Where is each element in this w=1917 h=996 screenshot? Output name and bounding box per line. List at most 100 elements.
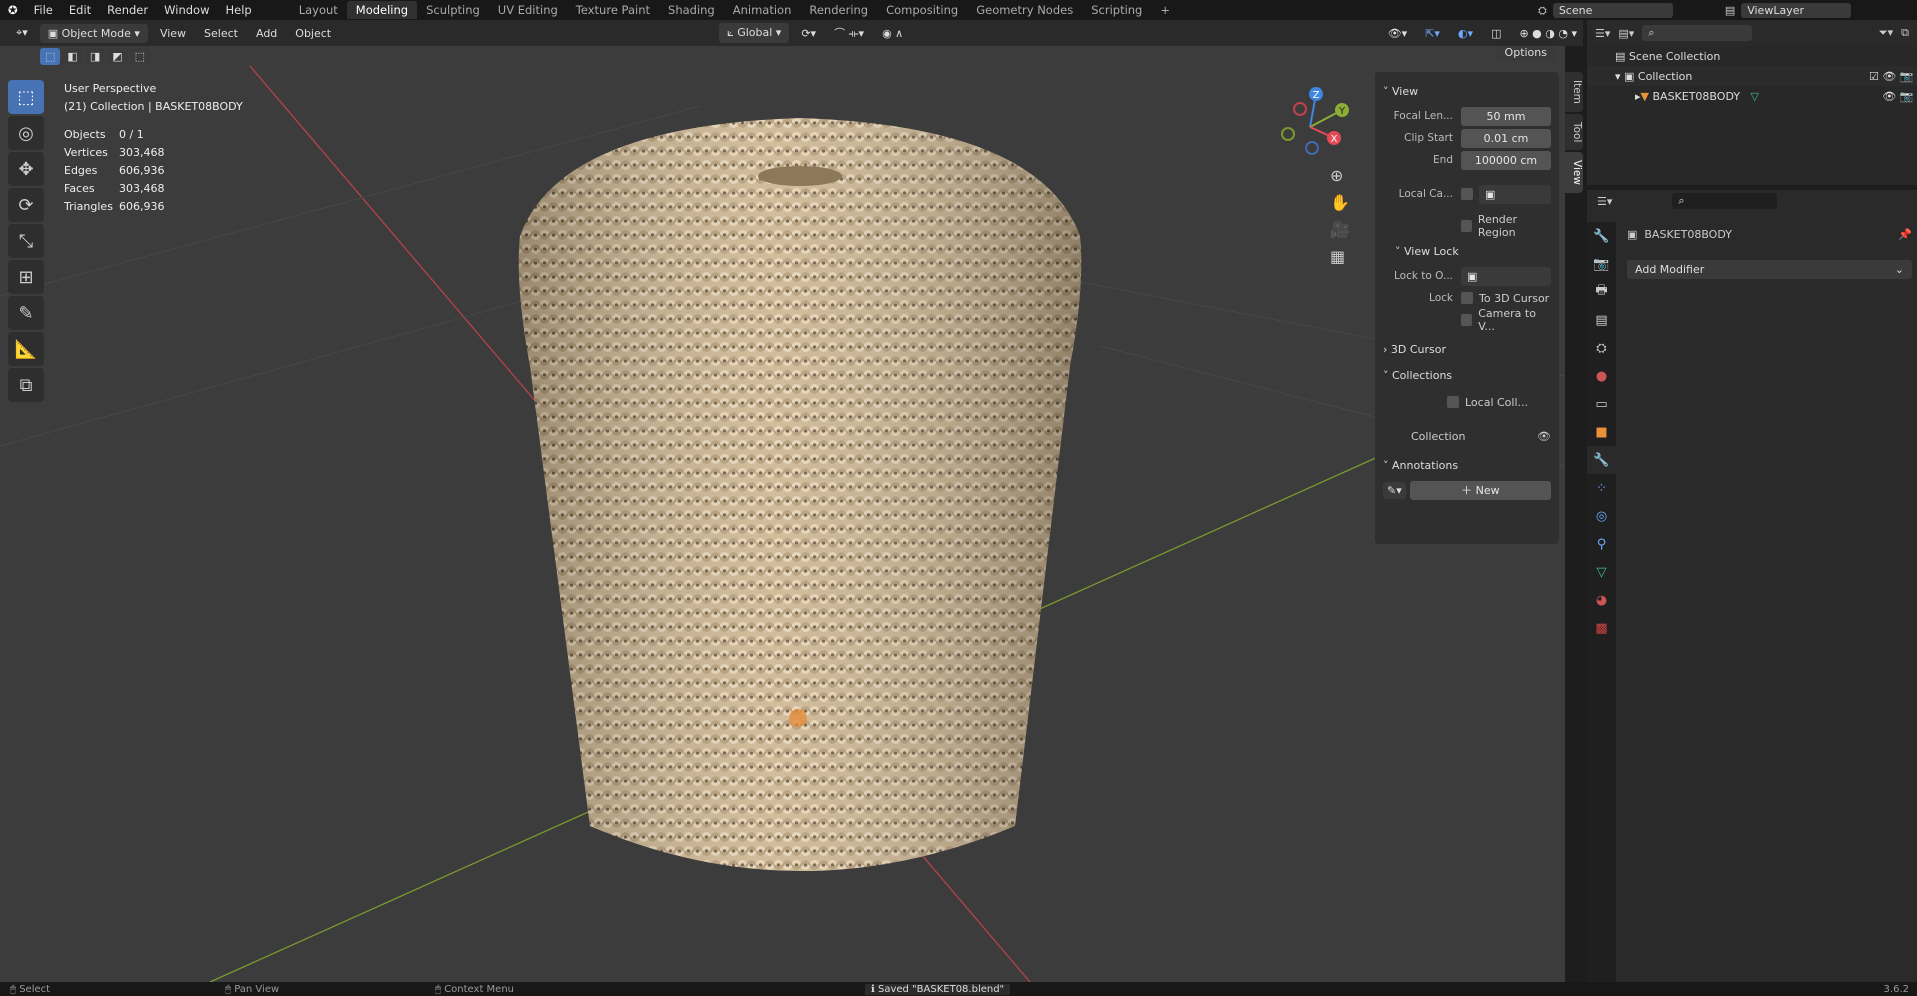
properties-search-input[interactable]: ⌕ (1672, 193, 1778, 209)
clip-end-field[interactable]: 100000 cm (1461, 150, 1551, 170)
focal-length-field[interactable]: 50 mm (1461, 106, 1551, 126)
tab-shading[interactable]: Shading (659, 1, 724, 19)
menu-edit[interactable]: Edit (61, 3, 99, 17)
menu-view[interactable]: View (154, 27, 192, 40)
constraints-icon[interactable]: ⚲ (1587, 530, 1616, 558)
tab-compositing[interactable]: Compositing (877, 1, 967, 19)
3d-viewport[interactable]: User Perspective (21) Collection | BASKE… (0, 46, 1565, 982)
select-new-icon[interactable]: ⬚ (40, 48, 61, 65)
annotation-type-icon[interactable]: ✎▾ (1383, 481, 1406, 499)
select-intersect-icon[interactable]: ⬚ (129, 48, 151, 65)
overlay-toggle-icon[interactable]: ◐▾ (1452, 27, 1479, 40)
select-invert-icon[interactable]: ◩ (107, 48, 128, 65)
xray-icon[interactable]: ◫ (1485, 27, 1507, 40)
scene-selector[interactable]: Scene (1552, 3, 1673, 18)
visibility-icon[interactable]: 👁▾ (1382, 27, 1414, 40)
pin-icon[interactable]: 📌 (1898, 228, 1912, 241)
options-button[interactable]: Options (1496, 46, 1555, 62)
collection-icon[interactable]: ▭ (1587, 390, 1616, 418)
shading-modes-icon[interactable]: ⊕ ● ◑ ◔ ▾ (1513, 27, 1583, 40)
lock-cursor-checkbox[interactable] (1461, 292, 1473, 304)
blender-logo-icon[interactable]: ✪ (0, 3, 26, 17)
output-icon[interactable]: 🖶 (1587, 278, 1616, 306)
render-icon[interactable]: 📷 (1587, 250, 1616, 278)
menu-add[interactable]: Add (250, 27, 283, 40)
tab-tool[interactable]: Tool (1565, 113, 1583, 151)
select-extend-icon[interactable]: ◧ (62, 48, 83, 65)
editor-type-icon[interactable]: ⌖▾ (10, 26, 34, 40)
mode-selector[interactable]: ▣ Object Mode ▾ (39, 23, 148, 43)
lock-object-picker[interactable]: ▣ (1461, 266, 1551, 286)
tab-rendering[interactable]: Rendering (800, 1, 877, 19)
tab-animation[interactable]: Animation (724, 1, 801, 19)
proportional-edit-icon[interactable]: ◉ ∧ (876, 27, 909, 40)
render-region-checkbox[interactable] (1461, 220, 1472, 232)
view-layer-icon[interactable]: ▤ (1587, 306, 1616, 334)
new-collection-icon[interactable]: ⧉ (1901, 26, 1909, 40)
camera-to-view-checkbox[interactable] (1461, 314, 1473, 326)
clip-start-field[interactable]: 0.01 cm (1461, 128, 1551, 148)
eye-icon[interactable]: 👁 (1882, 90, 1896, 103)
section-collections[interactable]: ˅ Collections (1383, 362, 1551, 388)
tab-uv-editing[interactable]: UV Editing (489, 1, 567, 19)
collection-item[interactable]: Collection (1411, 430, 1465, 443)
outliner-collection[interactable]: ▾ ▣ Collection ☑ 👁 📷 (1587, 66, 1917, 86)
menu-file[interactable]: File (26, 3, 61, 17)
snap-icon[interactable]: ⌒ ⟛▾ (828, 25, 870, 41)
tab-modeling[interactable]: Modeling (346, 1, 418, 19)
world-icon[interactable]: ● (1587, 362, 1616, 390)
physics-icon[interactable]: ◎ (1587, 502, 1616, 530)
cursor-tool[interactable]: ◎ (8, 116, 44, 150)
tab-scripting[interactable]: Scripting (1082, 1, 1151, 19)
camera-picker[interactable]: ▣ (1479, 184, 1551, 204)
editor-type-icon[interactable]: ☰▾ (1597, 195, 1612, 208)
annotate-tool[interactable]: ✎ (8, 296, 44, 330)
scale-tool[interactable]: ⤡ (8, 224, 44, 258)
transform-orientation-selector[interactable]: ⟀ Global ▾ (719, 23, 790, 43)
select-subtract-icon[interactable]: ◨ (84, 48, 106, 65)
tool-icon[interactable]: 🔧 (1587, 222, 1616, 250)
eye-icon[interactable]: 👁 (1537, 430, 1551, 443)
object-icon[interactable]: ■ (1587, 418, 1616, 446)
camera-icon[interactable]: 🎥 (1330, 220, 1350, 239)
menu-help[interactable]: Help (217, 3, 259, 17)
tab-geometry-nodes[interactable]: Geometry Nodes (967, 1, 1082, 19)
local-collections-checkbox[interactable] (1447, 396, 1459, 408)
section-view-lock[interactable]: ˅ View Lock (1383, 238, 1551, 264)
menu-object[interactable]: Object (289, 27, 337, 40)
select-box-tool[interactable]: ⬚ (8, 80, 44, 114)
add-cube-tool[interactable]: ⧉ (8, 368, 44, 402)
section-view[interactable]: ˅ View (1383, 78, 1551, 104)
status-saved-report[interactable]: ℹ Saved "BASKET08.blend" (865, 983, 1011, 995)
outliner-object[interactable]: ▸ ▼ BASKET08BODY ▽ 👁 📷 (1587, 86, 1917, 106)
zoom-icon[interactable]: ⊕ (1330, 166, 1350, 185)
menu-select[interactable]: Select (198, 27, 244, 40)
menu-render[interactable]: Render (99, 3, 156, 17)
editor-type-icon[interactable]: ☰▾ (1595, 27, 1610, 40)
texture-icon[interactable]: ▩ (1587, 614, 1616, 642)
perspective-grid-icon[interactable]: ▦ (1330, 247, 1350, 266)
tab-layout[interactable]: Layout (290, 1, 347, 19)
particles-icon[interactable]: ⁘ (1587, 474, 1616, 502)
pan-hand-icon[interactable]: ✋ (1330, 193, 1350, 212)
tab-item[interactable]: Item (1565, 72, 1583, 112)
render-camera-icon[interactable]: 📷 (1900, 90, 1914, 103)
display-mode-icon[interactable]: ▤▾ (1618, 27, 1634, 40)
modifier-wrench-icon[interactable]: 🔧 (1587, 446, 1616, 474)
measure-tool[interactable]: 📐 (8, 332, 44, 366)
local-camera-checkbox[interactable] (1461, 188, 1473, 200)
material-icon[interactable]: ◕ (1587, 586, 1616, 614)
render-camera-icon[interactable]: 📷 (1900, 70, 1914, 83)
filter-icon[interactable]: ⏷▾ (1879, 26, 1893, 40)
move-tool[interactable]: ✥ (8, 152, 44, 186)
scene-icon[interactable]: ⛭ (1587, 334, 1616, 362)
rotate-tool[interactable]: ⟳ (8, 188, 44, 222)
tab-texture-paint[interactable]: Texture Paint (567, 1, 659, 19)
add-modifier-dropdown[interactable]: Add Modifier ⌄ (1627, 260, 1912, 279)
gizmo-toggle-icon[interactable]: ⇱▾ (1419, 27, 1446, 40)
add-workspace-button[interactable]: + (1151, 1, 1179, 19)
tab-sculpting[interactable]: Sculpting (417, 1, 489, 19)
outliner-scene-collection[interactable]: ▤ Scene Collection (1587, 46, 1917, 66)
mesh-data-icon[interactable]: ▽ (1587, 558, 1616, 586)
section-annotations[interactable]: ˅ Annotations (1383, 452, 1551, 478)
